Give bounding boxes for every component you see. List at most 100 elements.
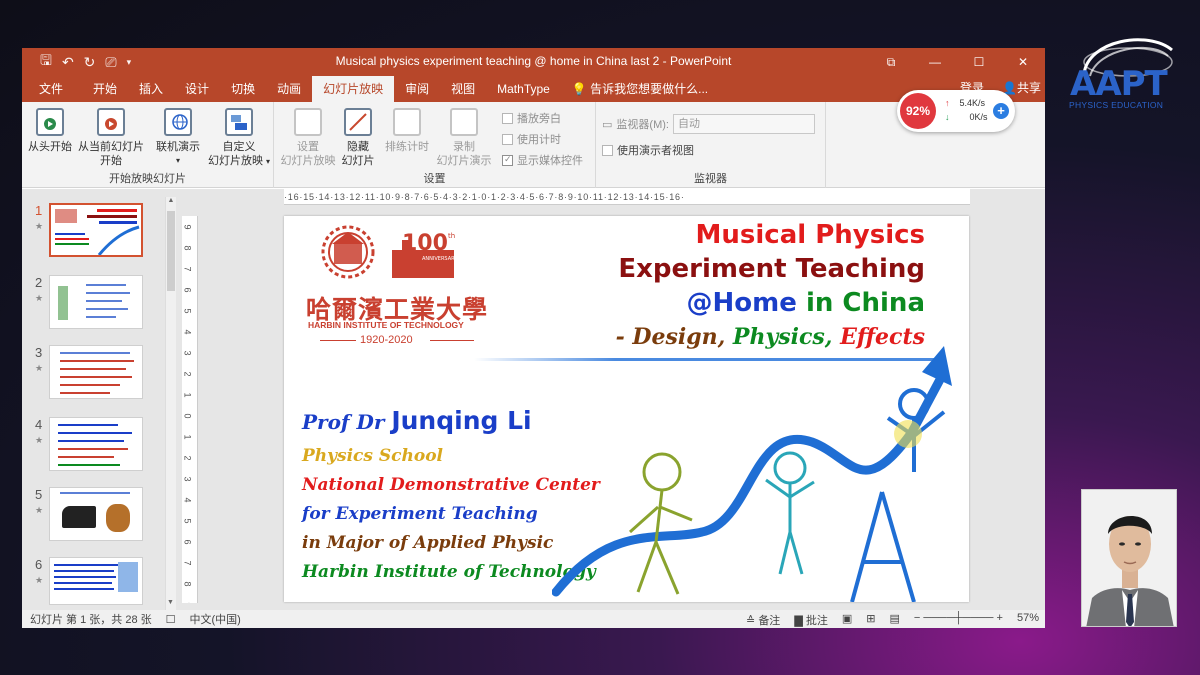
thumb-text-line xyxy=(86,316,116,318)
tab-mathtype[interactable]: MathType xyxy=(486,82,561,102)
thumbnail-slide-1[interactable] xyxy=(49,203,143,257)
setup-label-2: 幻灯片放映 xyxy=(280,155,336,167)
online-present-button[interactable]: 联机演示 ▾ xyxy=(150,108,206,168)
presenter-view-checkbox[interactable]: 使用演示者视图 xyxy=(602,142,694,158)
slide-title-line3: @Home in China xyxy=(687,288,925,318)
close-icon[interactable]: ✕ xyxy=(1001,48,1045,76)
powerpoint-window: 🖫 ↶ ↻ ⎚ ▾ Musical physics experiment tea… xyxy=(22,48,1045,628)
memory-usage-circle[interactable]: 92% xyxy=(900,93,936,129)
thumb-figure xyxy=(58,286,68,320)
maximize-icon[interactable]: ☐ xyxy=(957,48,1001,76)
slide-title-line1: Musical Physics xyxy=(695,220,925,250)
slide-sorter-icon[interactable]: ⊞ xyxy=(866,612,875,628)
tab-transitions[interactable]: 切换 xyxy=(220,82,266,102)
zoom-level[interactable]: 57% xyxy=(1017,612,1039,628)
tab-file[interactable]: 文件 xyxy=(28,82,74,102)
thumbnail-slide-2[interactable] xyxy=(49,275,143,329)
upload-speed: 5.4K/s xyxy=(945,98,986,108)
tab-view[interactable]: 视图 xyxy=(440,82,486,102)
growth-arrow-illustration xyxy=(552,346,952,602)
slide-canvas[interactable]: 100 th ANNIVERSARY 哈爾濱工業大學 HARBIN INSTIT… xyxy=(284,216,969,602)
show-media-controls-checkbox[interactable]: 显示媒体控件 xyxy=(502,152,583,168)
webcam-presenter-video xyxy=(1081,489,1177,627)
from-current-button[interactable]: 从当前幻灯片 开始 xyxy=(76,108,146,168)
tab-slideshow[interactable]: 幻灯片放映 xyxy=(312,76,395,102)
from-current-label-1: 从当前幻灯片 xyxy=(78,141,144,153)
presenter-portrait xyxy=(1082,490,1176,626)
hide-label-1: 隐藏 xyxy=(347,141,369,153)
hide-slide-button[interactable]: 隐藏 幻灯片 xyxy=(338,108,378,168)
thumbnail-slide-5[interactable] xyxy=(49,487,143,541)
play-from-current-icon xyxy=(97,108,125,136)
language-indicator[interactable]: 中文(中国) xyxy=(190,611,241,627)
normal-view-icon[interactable]: ▣ xyxy=(842,612,852,628)
affiliation-1: Physics School xyxy=(302,446,444,466)
affiliation-3: for Experiment Teaching xyxy=(302,504,538,524)
tab-review[interactable]: 审阅 xyxy=(394,82,440,102)
zoom-slider[interactable]: − ────┼──── + xyxy=(914,612,1003,628)
plus-icon[interactable]: + xyxy=(993,103,1009,119)
tab-animations[interactable]: 动画 xyxy=(266,82,312,102)
star-icon: ★ xyxy=(35,435,44,445)
checkbox-box xyxy=(602,144,613,156)
use-timings-checkbox[interactable]: 使用计时 xyxy=(502,131,561,147)
reading-view-icon[interactable]: ▤ xyxy=(889,612,899,628)
share-button[interactable]: 👤共享 xyxy=(1002,79,1041,96)
monitor-select[interactable]: 自动 xyxy=(672,114,815,134)
ruler-tick: 5 xyxy=(182,518,193,524)
rehearse-timings-button[interactable]: 排练计时 xyxy=(382,108,432,154)
thumb-text-line xyxy=(54,582,112,584)
ruler-tick: 1 xyxy=(182,434,193,440)
scroll-up-icon[interactable]: ▲ xyxy=(166,197,176,204)
ribbon: 从头开始 从当前幻灯片 开始 联机演示 ▾ 自定义 幻灯片放映 ▾ 开始放映幻灯… xyxy=(22,102,1045,188)
tell-me-text: 告诉我您想要做什么... xyxy=(590,82,709,96)
anniversary-logo: 100 th ANNIVERSARY xyxy=(392,231,458,278)
title-in-china: in China xyxy=(796,288,925,318)
tab-home[interactable]: 开始 xyxy=(82,82,128,102)
tab-insert[interactable]: 插入 xyxy=(128,82,174,102)
custom-show-icon xyxy=(225,108,253,136)
minimize-icon[interactable]: — xyxy=(913,48,957,76)
hit-logo-english: HARBIN INSTITUTE OF TECHNOLOGY xyxy=(308,320,464,330)
ruler-tick: 8 xyxy=(182,581,193,587)
comments-button[interactable]: ▇ 批注 xyxy=(794,612,828,628)
network-speed-widget[interactable]: 92% 5.4K/s 0K/s + xyxy=(897,90,1015,132)
ruler-tick: 7 xyxy=(182,266,193,272)
slide-counter: 幻灯片 第 1 张，共 28 张 xyxy=(30,614,152,626)
spellcheck-icon[interactable]: ☐ xyxy=(166,613,176,626)
tell-me-box[interactable]: 💡 告诉我您想要做什么... xyxy=(561,82,719,102)
thumbnail-scrollbar[interactable]: ▲ ▼ xyxy=(165,197,176,610)
thumbnail-slide-4[interactable] xyxy=(49,417,143,471)
ruler-tick: 4 xyxy=(182,497,193,503)
author-line: Prof Dr Junqing Li xyxy=(302,406,532,435)
notes-button[interactable]: ≙ 备注 xyxy=(746,612,780,628)
tab-design[interactable]: 设计 xyxy=(174,82,220,102)
scroll-thumb[interactable] xyxy=(167,211,175,291)
thumbnail-pane: 1 ★ 2 ★ 3 ★ 4 ★ 5 ★ 6 ★ ▲ ▼ xyxy=(22,189,177,610)
thumbnail-slide-6[interactable] xyxy=(49,557,143,605)
ribbon-display-icon[interactable]: ⧉ xyxy=(869,48,913,76)
thumb-image xyxy=(118,562,138,592)
hide-label-2: 幻灯片 xyxy=(341,155,375,167)
thumbnail-slide-3[interactable] xyxy=(49,345,143,399)
setup-slideshow-button[interactable]: 设置 幻灯片放映 xyxy=(278,108,338,168)
aapt-logo: AAPT PHYSICS EDUCATION xyxy=(1068,30,1180,122)
ruler-tick: 4 xyxy=(182,329,193,335)
custom-slideshow-button[interactable]: 自定义 幻灯片放映 ▾ xyxy=(206,108,272,169)
from-beginning-button[interactable]: 从头开始 xyxy=(26,108,74,154)
checkbox-box xyxy=(502,133,513,145)
ruler-tick: 7 xyxy=(182,560,193,566)
star-icon: ★ xyxy=(35,221,44,231)
thumb-text-line xyxy=(60,376,132,378)
scroll-down-icon[interactable]: ▼ xyxy=(167,599,174,606)
star-icon: ★ xyxy=(35,293,44,303)
ruler-tick: 8 xyxy=(182,245,193,251)
thumb-text-line xyxy=(60,492,130,494)
ruler-tick: 0 xyxy=(182,413,193,419)
thumb-text-line xyxy=(86,300,122,302)
play-narration-checkbox[interactable]: 播放旁白 xyxy=(502,110,561,126)
status-bar: 幻灯片 第 1 张，共 28 张 ☐ 中文(中国) ≙ 备注 ▇ 批注 ▣ ⊞ … xyxy=(22,610,1045,628)
download-speed: 0K/s xyxy=(945,112,988,122)
from-beginning-label: 从头开始 xyxy=(28,141,72,153)
record-slideshow-button[interactable]: 录制 幻灯片演示 xyxy=(432,108,496,168)
